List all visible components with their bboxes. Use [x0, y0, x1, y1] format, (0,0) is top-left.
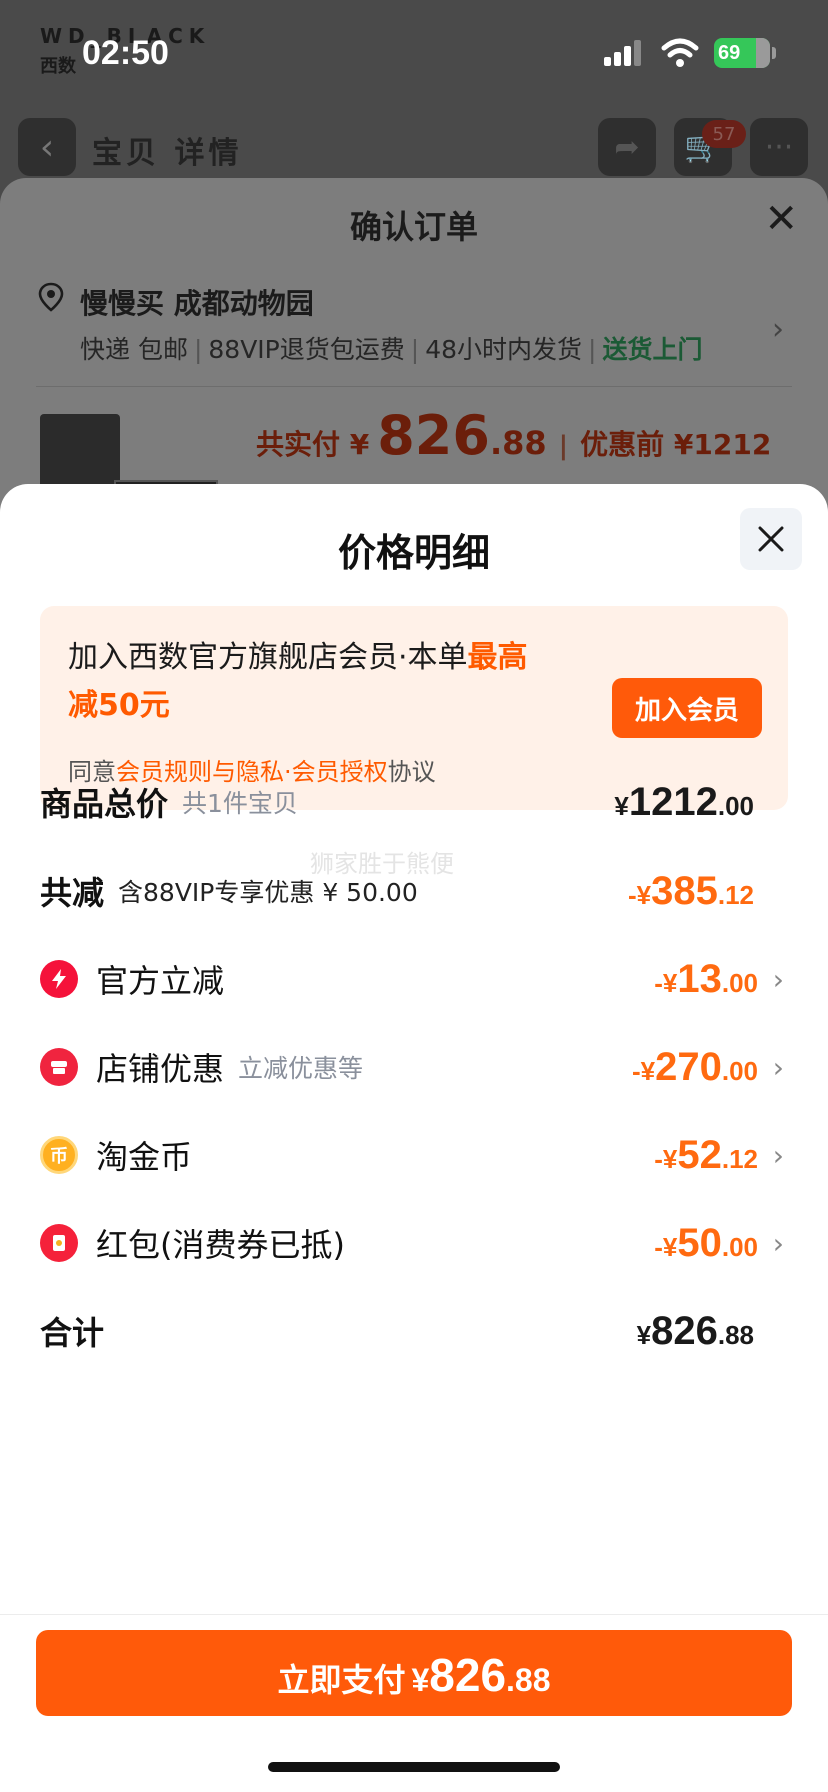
store-discount-label: 店铺优惠: [96, 1050, 225, 1088]
cart-badge: 57: [702, 120, 746, 148]
amount-prefix: -¥: [654, 1143, 678, 1174]
row-goods-total: 商品总价 共1件宝贝 ¥1212.00: [40, 772, 788, 832]
pay-summary: 共实付 ¥ 826 .88 | 优惠前 ¥1212: [256, 404, 772, 467]
amount-dec: .00: [717, 790, 754, 821]
price-before: 优惠前 ¥1212: [580, 428, 772, 461]
coin-icon: 币: [40, 1136, 78, 1174]
amount-prefix: -¥: [631, 1055, 656, 1086]
product-navbar: ‹ 宝贝 详情 ➦ 🛒 ···: [0, 110, 828, 184]
total-discount-label: 共减: [40, 874, 105, 912]
close-icon: [758, 526, 784, 552]
amount-prefix: -¥: [627, 879, 652, 910]
shipping-delivery: 送货上门: [602, 335, 703, 364]
sum-label: 合计: [40, 1314, 105, 1352]
row-total-discount: 共减 含88VIP专享优惠 ¥ 50.00 -¥ 385.12: [40, 861, 788, 921]
red-packet-label: 红包(消费券已抵): [96, 1226, 345, 1264]
address-name[interactable]: 慢慢买 成都动物园: [80, 282, 314, 322]
confirm-order-title: 确认订单: [349, 208, 478, 246]
shipping-express: 快递 包邮: [80, 335, 188, 364]
shipping-time: 48小时内发货: [425, 335, 583, 364]
coins-amount: -¥ 52.12: [654, 1133, 758, 1178]
battery-tip: [772, 47, 776, 59]
red-packet-amount: -¥ 50.00: [654, 1221, 758, 1266]
row-red-packet[interactable]: 红包(消费券已抵) -¥ 50.00 ›: [40, 1213, 788, 1273]
price-detail-modal: 价格明细 加入西数官方旗舰店会员·本单最高减50元 同意会员规则与隐私·会员授权…: [0, 484, 828, 1792]
goods-total-amount: ¥1212.00: [614, 780, 754, 825]
red-packet-icon: [40, 1224, 78, 1262]
goods-count: 共1件宝贝: [182, 789, 298, 818]
close-icon[interactable]: ✕: [764, 196, 798, 242]
signal-icon: [604, 40, 644, 66]
more-icon[interactable]: ···: [750, 118, 808, 176]
pay-now-label: 立即支付: [277, 1662, 406, 1698]
wifi-icon: [661, 38, 699, 67]
amount-dec: .88: [717, 1319, 754, 1350]
amount-prefix: ¥: [614, 790, 629, 821]
amount-prefix: -¥: [654, 967, 678, 998]
amount-prefix: -¥: [654, 1231, 678, 1262]
row-coins[interactable]: 币 淘金币 -¥ 52.12 ›: [40, 1125, 788, 1185]
product-tabs[interactable]: 宝贝 详情: [92, 128, 242, 172]
amount-int: 1212: [628, 779, 718, 824]
chevron-right-icon: ›: [772, 962, 784, 996]
official-discount-label: 官方立减: [96, 962, 225, 1000]
row-sum: 合计 ¥826.88: [40, 1301, 788, 1361]
amount-dec: .12: [717, 879, 754, 910]
total-discount-amount: -¥ 385.12: [628, 869, 754, 914]
divider: [36, 386, 792, 387]
amount-dec: .12: [721, 1143, 758, 1174]
coins-label: 淘金币: [96, 1138, 193, 1176]
amount-prefix: ¥: [636, 1319, 652, 1350]
amount-int: 385: [651, 868, 718, 913]
row-store-discount[interactable]: 店铺优惠 立减优惠等 -¥ 270.00 ›: [40, 1037, 788, 1097]
chevron-right-icon: ›: [772, 1050, 784, 1084]
pay-now-dec: .88: [506, 1662, 551, 1698]
battery-icon: 69: [714, 38, 770, 68]
store-icon: [40, 1048, 78, 1086]
amount-int: 50: [677, 1220, 722, 1265]
lightning-icon: [40, 960, 78, 998]
pay-label: 共实付 ¥: [256, 428, 370, 461]
pay-now-button[interactable]: 立即支付 ¥ 826 .88: [36, 1630, 792, 1716]
pay-now-yen: ¥: [411, 1662, 430, 1698]
sum-amount: ¥826.88: [637, 1309, 754, 1354]
amount-int: 52: [677, 1132, 722, 1177]
share-icon[interactable]: ➦: [598, 118, 656, 176]
close-button[interactable]: [740, 508, 802, 570]
pay-dec: .88: [489, 424, 547, 462]
chevron-right-icon: ›: [772, 1226, 784, 1260]
row-official-discount[interactable]: 官方立减 -¥ 13.00 ›: [40, 949, 788, 1009]
amount-int: 826: [651, 1308, 718, 1353]
modal-title: 价格明细: [337, 531, 490, 575]
amount-int: 13: [677, 956, 722, 1001]
status-bar: 02:50 69: [0, 0, 828, 100]
pay-now-int: 826: [429, 1649, 507, 1701]
back-icon[interactable]: ‹: [18, 118, 76, 176]
vip-discount-note: 含88VIP专享优惠 ¥ 50.00: [118, 878, 418, 907]
official-discount-amount: -¥ 13.00: [654, 957, 758, 1002]
location-pin-icon: [38, 282, 64, 312]
divider: [0, 1614, 828, 1615]
home-indicator: [268, 1762, 560, 1772]
status-time: 02:50: [82, 34, 169, 72]
shipping-vip-return: 88VIP退货包运费: [208, 335, 405, 364]
chevron-right-icon[interactable]: ›: [772, 312, 784, 347]
amount-int: 270: [655, 1044, 722, 1089]
amount-dec: .00: [721, 1231, 758, 1262]
member-promo-text: 加入西数官方旗舰店会员·本单最高减50元: [68, 634, 548, 730]
amount-dec: .00: [721, 1055, 758, 1086]
store-discount-note: 立减优惠等: [238, 1054, 364, 1083]
goods-total-label: 商品总价: [40, 785, 169, 823]
battery-level: 69: [718, 41, 741, 64]
amount-dec: .00: [721, 967, 758, 998]
chevron-right-icon: ›: [772, 1138, 784, 1172]
store-discount-amount: -¥ 270.00: [632, 1045, 758, 1090]
shipping-info: 快递 包邮 | 88VIP退货包运费 | 48小时内发货 | 送货上门: [80, 335, 703, 364]
member-promo-prefix: 加入西数官方旗舰店会员·本单: [68, 640, 468, 675]
pay-int: 826: [377, 404, 490, 467]
join-member-button[interactable]: 加入会员: [612, 678, 762, 738]
